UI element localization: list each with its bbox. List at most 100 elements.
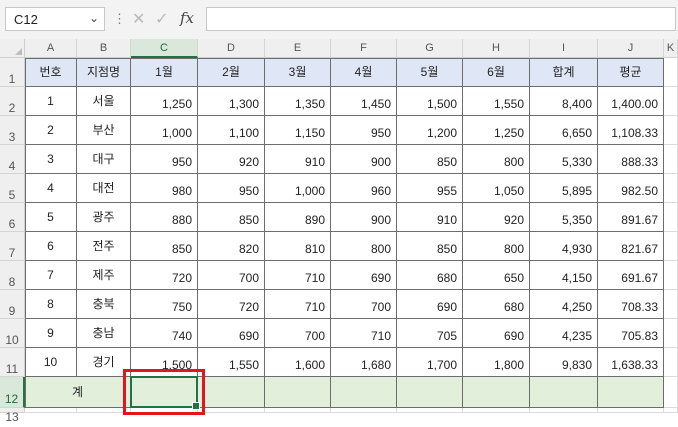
table-cell[interactable]: 950 [198,174,265,203]
table-cell[interactable]: 800 [463,232,530,261]
table-cell[interactable]: 955 [397,174,463,203]
table-cell[interactable]: 1,250 [131,87,198,116]
table-cell[interactable]: 충북 [77,290,131,319]
column-header-b[interactable]: B [77,39,131,58]
row-header-11[interactable]: 11 [0,348,25,377]
total-cell-e[interactable] [265,377,331,408]
table-header-cell[interactable]: 4월 [331,58,397,87]
column-header-d[interactable]: D [198,39,265,58]
enter-icon[interactable]: ✓ [155,9,168,29]
table-cell[interactable]: 9,830 [530,348,598,377]
select-all-button[interactable] [0,39,25,58]
empty-cell[interactable] [598,408,664,413]
table-header-cell[interactable]: 지점명 [77,58,131,87]
table-cell[interactable]: 720 [198,290,265,319]
table-cell[interactable]: 740 [131,319,198,348]
row-header-4[interactable]: 4 [0,145,25,174]
formula-input[interactable] [206,7,676,31]
table-cell[interactable]: 1,200 [397,116,463,145]
table-cell[interactable]: 7 [25,261,77,290]
table-header-cell[interactable]: 번호 [25,58,77,87]
row-header-9[interactable]: 9 [0,290,25,319]
empty-cell[interactable] [198,408,265,413]
empty-cell[interactable] [664,145,678,174]
empty-cell[interactable] [664,116,678,145]
table-cell[interactable]: 980 [131,174,198,203]
empty-cell[interactable] [664,290,678,319]
row-header-2[interactable]: 2 [0,87,25,116]
table-cell[interactable]: 서울 [77,87,131,116]
table-cell[interactable]: 950 [331,116,397,145]
table-cell[interactable]: 720 [131,261,198,290]
table-cell[interactable]: 4,930 [530,232,598,261]
table-header-cell[interactable]: 1월 [131,58,198,87]
table-cell[interactable]: 850 [397,232,463,261]
table-cell[interactable]: 700 [198,261,265,290]
empty-cell[interactable] [530,408,598,413]
table-cell[interactable]: 대구 [77,145,131,174]
row-header-8[interactable]: 8 [0,261,25,290]
table-cell[interactable]: 경기 [77,348,131,377]
table-cell[interactable]: 821.67 [598,232,664,261]
empty-cell[interactable] [664,232,678,261]
table-cell[interactable]: 700 [265,319,331,348]
table-cell[interactable]: 5,330 [530,145,598,174]
empty-cell[interactable] [664,174,678,203]
table-cell[interactable]: 650 [463,261,530,290]
cancel-icon[interactable]: ✕ [132,9,145,29]
table-cell[interactable]: 2 [25,116,77,145]
table-cell[interactable]: 1,108.33 [598,116,664,145]
table-cell[interactable]: 1,680 [331,348,397,377]
row-header-12[interactable]: 12 [0,377,25,408]
table-cell[interactable]: 910 [397,203,463,232]
table-cell[interactable]: 1,000 [265,174,331,203]
table-header-cell[interactable]: 5월 [397,58,463,87]
empty-cell[interactable] [664,203,678,232]
row-header-6[interactable]: 6 [0,203,25,232]
total-cell-d[interactable] [198,377,265,408]
table-cell[interactable]: 1,600 [265,348,331,377]
table-cell[interactable]: 800 [331,232,397,261]
table-cell[interactable]: 6,650 [530,116,598,145]
table-cell[interactable]: 부산 [77,116,131,145]
table-cell[interactable]: 690 [463,319,530,348]
total-label-cell[interactable]: 계 [25,377,131,408]
table-cell[interactable]: 8 [25,290,77,319]
table-cell[interactable]: 705 [397,319,463,348]
table-cell[interactable]: 680 [397,261,463,290]
table-cell[interactable]: 705.83 [598,319,664,348]
table-cell[interactable]: 900 [331,203,397,232]
table-cell[interactable]: 4,250 [530,290,598,319]
table-cell[interactable]: 888.33 [598,145,664,174]
table-cell[interactable]: 950 [131,145,198,174]
table-cell[interactable]: 880 [131,203,198,232]
table-cell[interactable]: 1,450 [331,87,397,116]
column-header-h[interactable]: H [463,39,530,58]
empty-cell[interactable] [331,408,397,413]
column-header-c[interactable]: C [131,39,198,58]
empty-cell[interactable] [463,408,530,413]
total-cell-h[interactable] [463,377,530,408]
more-options-icon[interactable]: ⋮ [113,11,126,27]
table-cell[interactable]: 8,400 [530,87,598,116]
table-cell[interactable]: 1,150 [265,116,331,145]
empty-cell[interactable] [397,408,463,413]
table-cell[interactable]: 890 [265,203,331,232]
column-header-a[interactable]: A [25,39,77,58]
table-header-cell[interactable]: 6월 [463,58,530,87]
table-cell[interactable]: 대전 [77,174,131,203]
empty-cell[interactable] [664,58,678,87]
table-cell[interactable]: 4,235 [530,319,598,348]
table-cell[interactable]: 10 [25,348,77,377]
table-cell[interactable]: 9 [25,319,77,348]
empty-cell[interactable] [77,408,131,413]
empty-cell[interactable] [131,408,198,413]
table-cell[interactable]: 1,500 [131,348,198,377]
total-cell-f[interactable] [331,377,397,408]
column-header-i[interactable]: I [530,39,598,58]
table-cell[interactable]: 690 [198,319,265,348]
table-cell[interactable]: 1,550 [463,87,530,116]
empty-cell[interactable] [265,408,331,413]
column-header-f[interactable]: F [331,39,397,58]
column-header-g[interactable]: G [397,39,463,58]
